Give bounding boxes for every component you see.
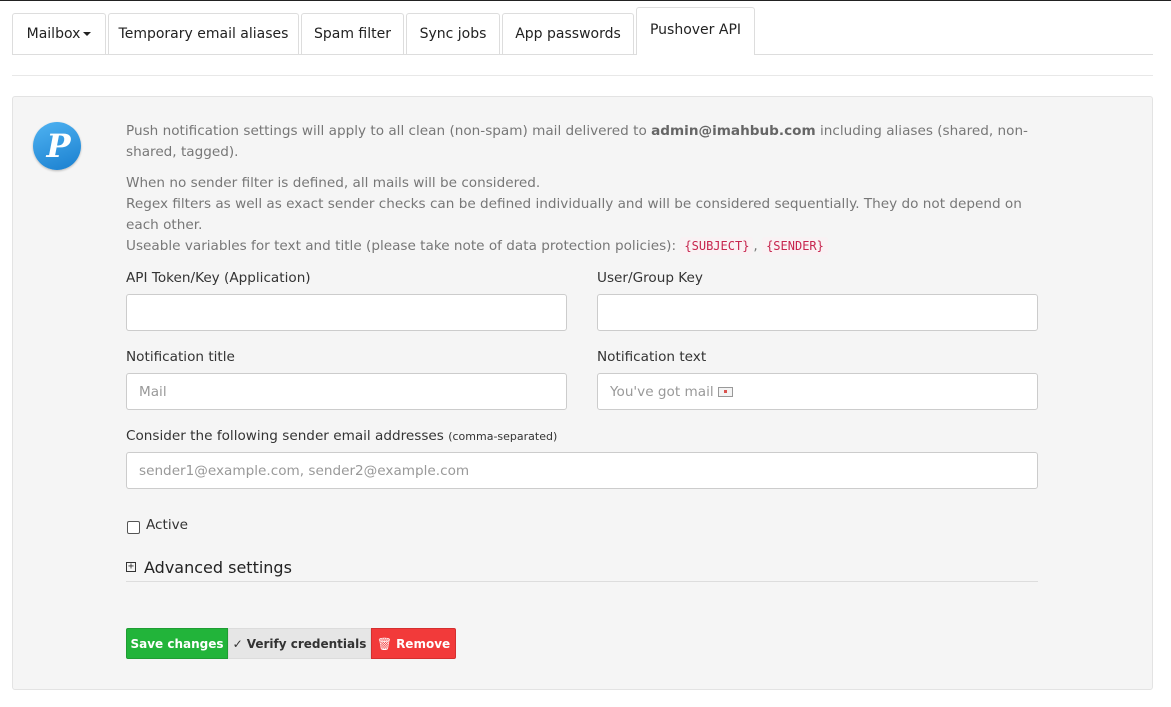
user-key-label: User/Group Key xyxy=(597,270,703,286)
trash-icon: 🗑 xyxy=(376,636,393,651)
variable-sender: {SENDER} xyxy=(762,237,828,255)
check-icon: ✓ xyxy=(232,636,243,651)
api-token-label: API Token/Key (Application) xyxy=(126,270,311,286)
tab-bar: Mailbox Temporary email aliases Spam fil… xyxy=(12,7,1153,55)
senders-hint: (comma-separated) xyxy=(448,430,558,443)
variable-subject: {SUBJECT} xyxy=(680,237,754,255)
tab-spam-filter[interactable]: Spam filter xyxy=(301,13,404,54)
save-changes-button[interactable]: Save changes xyxy=(126,628,228,659)
notification-title-label: Notification title xyxy=(126,349,235,365)
tab-label: App passwords xyxy=(515,26,621,42)
pushover-settings-panel: P Push notification settings will apply … xyxy=(12,96,1153,690)
tab-label: Spam filter xyxy=(313,26,391,42)
advanced-settings-toggle[interactable]: Advanced settings xyxy=(144,558,292,577)
tab-label: Temporary email aliases xyxy=(118,26,289,42)
active-label: Active xyxy=(146,517,189,533)
pushover-logo-icon: P xyxy=(33,122,81,170)
verify-credentials-button[interactable]: ✓ Verify credentials xyxy=(228,628,371,659)
info-text-2: When no sender filter is defined, all ma… xyxy=(126,175,1022,255)
remove-button[interactable]: 🗑 Remove xyxy=(371,628,456,659)
tab-label: Pushover API xyxy=(649,22,742,38)
notification-text-label: Notification text xyxy=(597,349,707,365)
tab-label: Sync jobs xyxy=(419,26,487,42)
tab-label: Mailbox xyxy=(26,26,81,42)
advanced-divider xyxy=(126,581,1038,582)
senders-label: Consider the following sender email addr… xyxy=(126,428,558,444)
notification-title-input[interactable]: Mail xyxy=(126,373,567,410)
tab-temporary-email-aliases[interactable]: Temporary email aliases xyxy=(108,13,299,54)
envelope-icon xyxy=(717,386,733,397)
tab-mailbox[interactable]: Mailbox xyxy=(12,13,106,54)
info-text-1: Push notification settings will apply to… xyxy=(126,123,1028,160)
api-token-input[interactable] xyxy=(126,294,567,331)
placeholder: You've got mail xyxy=(610,383,714,400)
user-key-input[interactable] xyxy=(597,294,1038,331)
placeholder: sender1@example.com, sender2@example.com xyxy=(139,462,470,479)
placeholder: Mail xyxy=(139,383,167,400)
separator xyxy=(12,75,1153,76)
mailbox-address: admin@imahbub.com xyxy=(651,123,816,139)
caret-down-icon xyxy=(83,32,92,36)
tab-pushover-api[interactable]: Pushover API xyxy=(636,7,755,55)
tab-sync-jobs[interactable]: Sync jobs xyxy=(406,13,500,54)
tab-app-passwords[interactable]: App passwords xyxy=(502,13,634,54)
expand-plus-icon[interactable]: + xyxy=(126,562,136,572)
window-top-border xyxy=(0,0,1171,1)
senders-input[interactable]: sender1@example.com, sender2@example.com xyxy=(126,452,1038,489)
notification-text-input[interactable]: You've got mail xyxy=(597,373,1038,410)
active-checkbox[interactable] xyxy=(127,521,140,534)
